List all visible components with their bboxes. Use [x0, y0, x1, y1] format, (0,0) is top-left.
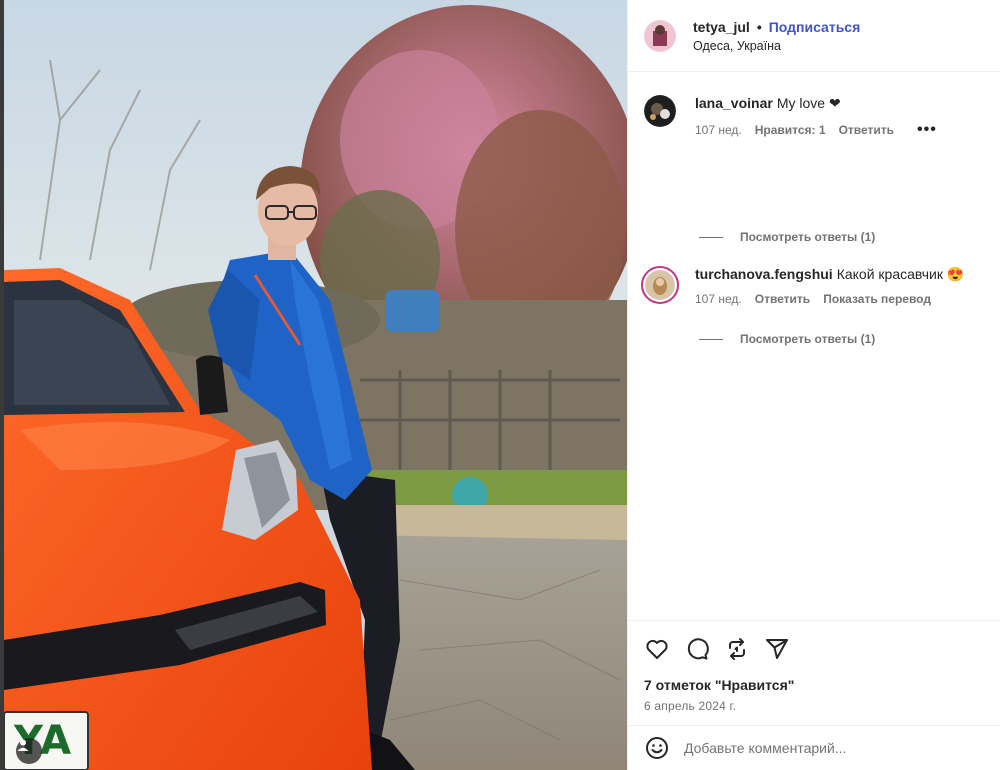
comment-icon[interactable]: [684, 636, 710, 662]
comment-username[interactable]: lana_voinar: [695, 95, 773, 111]
view-replies-button[interactable]: Посмотреть ответы (1): [699, 332, 875, 346]
post-actions: 7 отметок "Нравится" 6 апрель 2024 г.: [628, 620, 1000, 713]
smiley-icon: [646, 737, 668, 759]
heart-eyes-emoji: 😍: [946, 266, 965, 282]
more-options-icon[interactable]: •••: [917, 121, 937, 139]
reply-button[interactable]: Ответить: [839, 123, 894, 137]
post-photo[interactable]: YA: [0, 0, 627, 770]
reply-button[interactable]: Ответить: [755, 292, 810, 306]
post-photo-illustration: [0, 0, 627, 770]
view-replies-button[interactable]: Посмотреть ответы (1): [699, 230, 875, 244]
post-date[interactable]: 6 апрель 2024 г.: [644, 699, 985, 713]
comment-username[interactable]: turchanova.fengshui: [695, 266, 833, 282]
comment-composer: [628, 725, 1000, 770]
commenter-avatar-story-ring[interactable]: [641, 266, 679, 304]
comment-text: Какой красавчик: [836, 266, 943, 282]
post-location[interactable]: Одеса, Україна: [693, 39, 860, 53]
comment-text: My love: [776, 95, 826, 111]
comment-age[interactable]: 107 нед.: [695, 123, 742, 137]
follow-button[interactable]: Подписаться: [769, 19, 861, 35]
user-icon: [17, 739, 29, 751]
comment-item: turchanova.fengshui Какой красавчик 😍 107…: [641, 266, 965, 306]
comment-likes[interactable]: Нравится: 1: [755, 123, 826, 137]
heart-icon[interactable]: [644, 636, 670, 662]
comment-age[interactable]: 107 нед.: [695, 292, 742, 306]
separator-dot: •: [756, 18, 762, 35]
repost-icon[interactable]: [724, 636, 750, 662]
replies-divider: [699, 338, 723, 340]
show-translation-button[interactable]: Показать перевод: [823, 292, 931, 306]
comment-input[interactable]: [684, 740, 984, 756]
post-sidebar: tetya_jul • Подписаться Одеса, Україна l…: [627, 0, 1000, 770]
post-header: tetya_jul • Подписаться Одеса, Україна: [628, 0, 1000, 72]
window-edge: [0, 0, 4, 770]
commenter-avatar[interactable]: [644, 95, 676, 127]
comment-item: lana_voinar My love ❤ 107 нед. Нравится: …: [644, 95, 950, 139]
author-username[interactable]: tetya_jul: [693, 19, 750, 35]
share-icon[interactable]: [764, 636, 790, 662]
author-avatar[interactable]: [644, 19, 676, 52]
replies-divider: [699, 236, 723, 238]
view-replies-label: Посмотреть ответы (1): [740, 332, 876, 346]
view-replies-label: Посмотреть ответы (1): [740, 230, 876, 244]
likes-count[interactable]: 7 отметок "Нравится": [644, 677, 985, 693]
heart-emoji: ❤: [828, 95, 841, 111]
emoji-picker-button[interactable]: [644, 735, 670, 761]
tagged-users-button[interactable]: [16, 738, 42, 764]
